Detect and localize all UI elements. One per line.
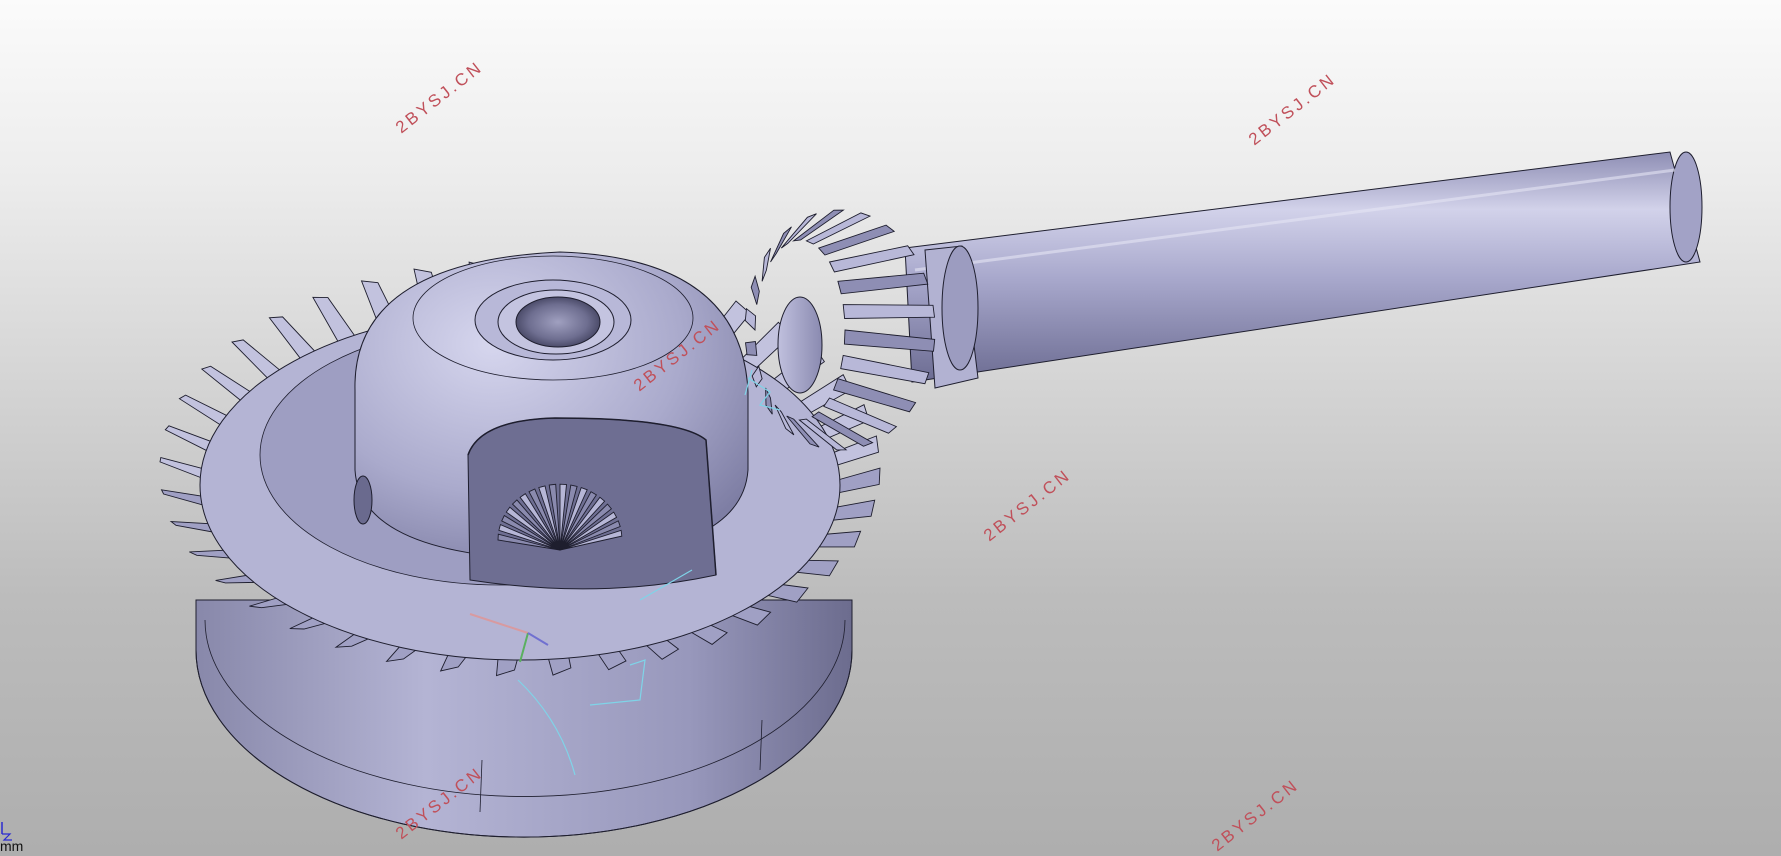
unit-label: mm	[0, 838, 24, 854]
pinion-gear-tooth	[750, 274, 760, 305]
pinion-shaft	[904, 151, 1703, 389]
gear-assembly-model[interactable]	[0, 0, 1781, 856]
pinion-gear-tooth	[770, 226, 792, 263]
pinion-gear-tooth	[842, 304, 936, 319]
pinion-gear-tooth	[761, 247, 771, 282]
pinion-gear-tooth	[744, 307, 757, 332]
pinion-gear-tooth	[744, 340, 758, 356]
case-bore	[515, 296, 601, 348]
pinion-gear-tooth	[828, 245, 915, 273]
cad-3d-viewport[interactable]: 2BYSJ.CN 2BYSJ.CN 2BYSJ.CN 2BYSJ.CN 2BYS…	[0, 0, 1781, 856]
pinion-gear-hub	[777, 296, 823, 394]
